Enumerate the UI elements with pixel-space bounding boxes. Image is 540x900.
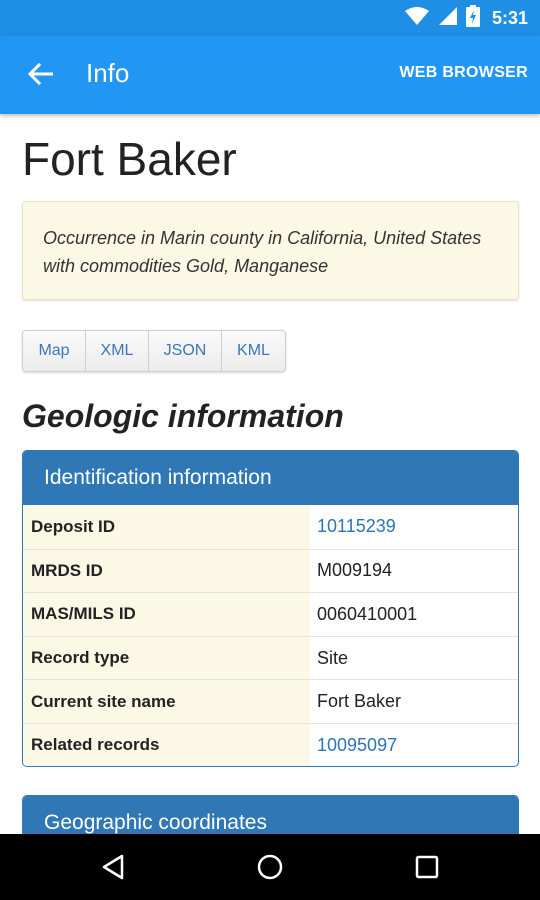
- row-label: Deposit ID: [23, 505, 310, 549]
- circle-home-icon: [257, 854, 283, 880]
- xml-button[interactable]: XML: [86, 331, 149, 371]
- deposit-id-link[interactable]: 10115239: [310, 505, 518, 549]
- status-time: 5:31: [491, 7, 528, 28]
- row-label: MRDS ID: [23, 549, 310, 593]
- table-row: Deposit ID 10115239: [23, 505, 518, 549]
- section-heading: Geologic information: [22, 398, 344, 434]
- identification-panel: Identification information Deposit ID 10…: [22, 450, 519, 767]
- row-label: Record type: [23, 636, 310, 680]
- description-text: Occurrence in Marin county in California…: [43, 228, 482, 276]
- geographic-coordinates-panel: Geographic coordinates: [22, 795, 519, 834]
- row-value: Site: [317, 647, 349, 668]
- status-bar: 5:31: [0, 0, 540, 36]
- content-area[interactable]: Fort Baker Occurrence in Marin county in…: [0, 114, 540, 834]
- square-recents-icon: [415, 855, 439, 879]
- row-label: MAS/MILS ID: [23, 593, 310, 636]
- related-record-link[interactable]: 10095097: [310, 724, 518, 766]
- format-button-group: Map XML JSON KML: [22, 330, 286, 372]
- panel-header: Identification information: [23, 451, 518, 505]
- table-row: Current site name Fort Baker: [23, 679, 518, 723]
- nav-back-button[interactable]: [73, 834, 153, 900]
- row-value: M009194: [317, 560, 393, 581]
- status-icons: 5:31: [404, 0, 528, 36]
- map-button[interactable]: Map: [23, 331, 86, 371]
- panel-header: Geographic coordinates: [23, 796, 518, 834]
- triangle-back-icon: [102, 854, 124, 880]
- row-value: 0060410001: [317, 603, 418, 624]
- json-button[interactable]: JSON: [149, 331, 222, 371]
- row-value: Fort Baker: [317, 691, 402, 712]
- signal-icon: [438, 6, 458, 31]
- nav-recents-button[interactable]: [387, 834, 467, 900]
- table-row: MRDS ID M009194: [23, 548, 518, 593]
- app-title: Info: [86, 58, 130, 88]
- row-label: Related records: [23, 723, 310, 766]
- app-bar: Info WEB BROWSER: [0, 36, 540, 114]
- battery-icon: [465, 4, 480, 32]
- table-row: Related records 10095097: [23, 722, 518, 766]
- wifi-icon: [404, 6, 430, 31]
- identification-table: Deposit ID 10115239 MRDS ID M009194 MAS/…: [23, 505, 518, 766]
- back-button[interactable]: [22, 56, 58, 92]
- kml-button[interactable]: KML: [222, 331, 285, 371]
- arrow-left-icon: [27, 62, 53, 86]
- row-label: Current site name: [23, 680, 310, 723]
- web-browser-button[interactable]: WEB BROWSER: [399, 64, 528, 82]
- description-box: Occurrence in Marin county in California…: [22, 201, 519, 300]
- page-title: Fort Baker: [22, 133, 237, 185]
- table-row: Record type Site: [23, 635, 518, 680]
- navigation-bar: [0, 834, 540, 900]
- table-row: MAS/MILS ID 0060410001: [23, 592, 518, 636]
- nav-home-button[interactable]: [230, 834, 310, 900]
